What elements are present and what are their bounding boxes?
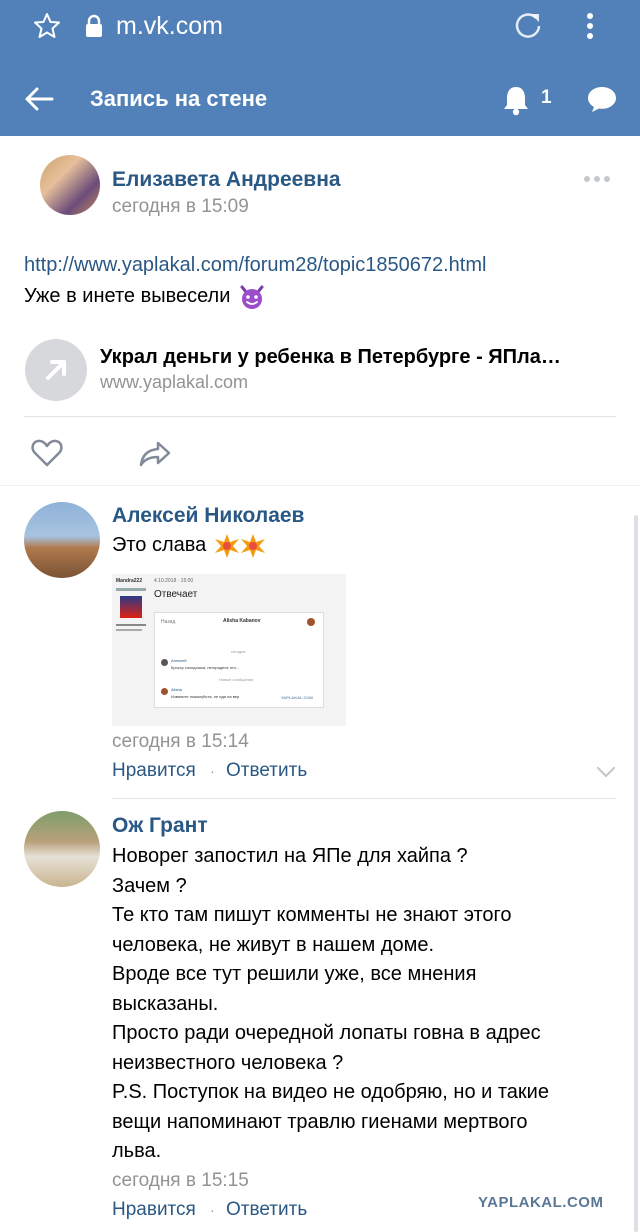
image-avatar xyxy=(161,688,168,695)
post-author[interactable]: Елизавета Андреевна xyxy=(112,168,341,192)
divider xyxy=(24,416,616,417)
post-link[interactable]: http://www.yaplakal.com/forum28/topic185… xyxy=(24,254,486,277)
chevron-down-icon[interactable] xyxy=(596,766,616,778)
image-heading: Отвечает xyxy=(154,589,198,600)
like-button[interactable]: Нравится xyxy=(112,760,196,782)
star-icon[interactable] xyxy=(33,12,61,40)
reply-button[interactable]: Ответить xyxy=(226,1199,307,1221)
watermark: YAPLAKAL.COM xyxy=(478,1194,604,1211)
comment-line: высказаны. xyxy=(112,992,219,1015)
post-time: сегодня в 15:09 xyxy=(112,196,249,217)
comment-image[interactable]: Mandra222 4.10.2018 · 15:00 Отвечает Наз… xyxy=(112,574,346,726)
comment-author[interactable]: Алексей Николаев xyxy=(112,504,304,528)
menu-dots-icon[interactable] xyxy=(584,12,596,40)
image-line xyxy=(116,588,146,591)
reload-icon[interactable] xyxy=(512,10,544,42)
avatar[interactable] xyxy=(24,502,100,578)
devil-emoji-icon xyxy=(240,285,264,309)
back-arrow-icon[interactable] xyxy=(24,86,54,112)
divider xyxy=(0,485,640,486)
image-msg1-text: Кроссу соседошка, негорядное это... xyxy=(171,665,240,670)
image-avatar xyxy=(307,618,315,626)
comment-line: Новорег запостил на ЯПе для хайпа ? xyxy=(112,845,468,867)
comment-line: P.S. Поступок на видео не одобряю, но и … xyxy=(112,1081,549,1103)
image-date: 4.10.2018 · 15:00 xyxy=(154,578,194,584)
comment-time: сегодня в 15:15 xyxy=(112,1170,249,1191)
image-watermark: YAPLAKAL.COM xyxy=(281,695,313,700)
url-text[interactable]: m.vk.com xyxy=(116,12,223,41)
image-line xyxy=(116,624,146,626)
image-new-messages: Новые сообщения xyxy=(219,677,254,682)
avatar[interactable] xyxy=(40,155,100,215)
image-chat-name: Alisha Kabanov xyxy=(223,618,261,624)
post-text: Уже в инете вывесели xyxy=(24,282,266,312)
messages-icon[interactable] xyxy=(586,84,618,114)
post-text-content: Уже в инете вывесели xyxy=(24,285,231,307)
comment-line: льва. xyxy=(112,1140,162,1162)
image-day: сегодня xyxy=(231,649,246,654)
comment-text: Новорег запостил на ЯПе для хайпа ? Заче… xyxy=(112,842,549,1167)
comment-line: вещи напоминают травлю гиенами мертвого xyxy=(112,1110,528,1133)
comment-line: Вроде все тут решили уже, все мнения xyxy=(112,963,477,985)
comment-author[interactable]: Ож Грант xyxy=(112,814,208,838)
comment-text-content: Это слава xyxy=(112,534,207,556)
comment-line: Зачем ? xyxy=(112,874,187,897)
comment-line: Просто ради очередной лопаты говна в адр… xyxy=(112,1022,541,1044)
reply-button[interactable]: Ответить xyxy=(226,760,307,782)
avatar[interactable] xyxy=(24,811,100,887)
image-msg2-name: Alisha xyxy=(171,687,182,692)
image-back: Назад xyxy=(161,619,176,625)
image-thumb xyxy=(120,596,142,618)
image-chat-window: Назад Alisha Kabanov сегодня Алексей Кро… xyxy=(154,612,324,708)
share-domain: www.yaplakal.com xyxy=(100,372,249,392)
comment-line: человека, не живут в нашем доме. xyxy=(112,933,435,956)
share-arrow-icon[interactable] xyxy=(138,440,172,468)
image-avatar xyxy=(161,659,168,666)
image-msg2-text: Извините пожалуйста, не иди на вер xyxy=(171,694,240,699)
collision-emoji-icon xyxy=(214,533,265,558)
share-link-icon[interactable] xyxy=(24,338,88,402)
comment-line: неизвестного человека ? xyxy=(112,1051,344,1074)
share-title[interactable]: Украл деньги у ребенка в Петербурге - ЯП… xyxy=(100,346,561,369)
bell-icon[interactable] xyxy=(501,84,531,116)
image-msg1-name: Алексей xyxy=(171,658,187,663)
scrollbar[interactable] xyxy=(634,515,638,1232)
like-heart-icon[interactable] xyxy=(30,438,64,468)
comment-time: сегодня в 15:14 xyxy=(112,731,249,752)
lock-icon xyxy=(86,14,102,37)
comment-line: Те кто там пишут комменты не знают этого xyxy=(112,904,512,926)
image-user: Mandra222 xyxy=(116,578,143,584)
comment-text: Это слава xyxy=(112,531,266,561)
page-title: Запись на стене xyxy=(90,86,268,111)
like-button[interactable]: Нравится xyxy=(112,1199,196,1221)
more-icon[interactable] xyxy=(583,174,611,184)
image-line xyxy=(116,629,142,631)
separator-dot: · xyxy=(210,1202,215,1218)
separator-dot: · xyxy=(210,763,215,779)
divider xyxy=(112,798,616,799)
notification-count: 1 xyxy=(541,87,552,108)
